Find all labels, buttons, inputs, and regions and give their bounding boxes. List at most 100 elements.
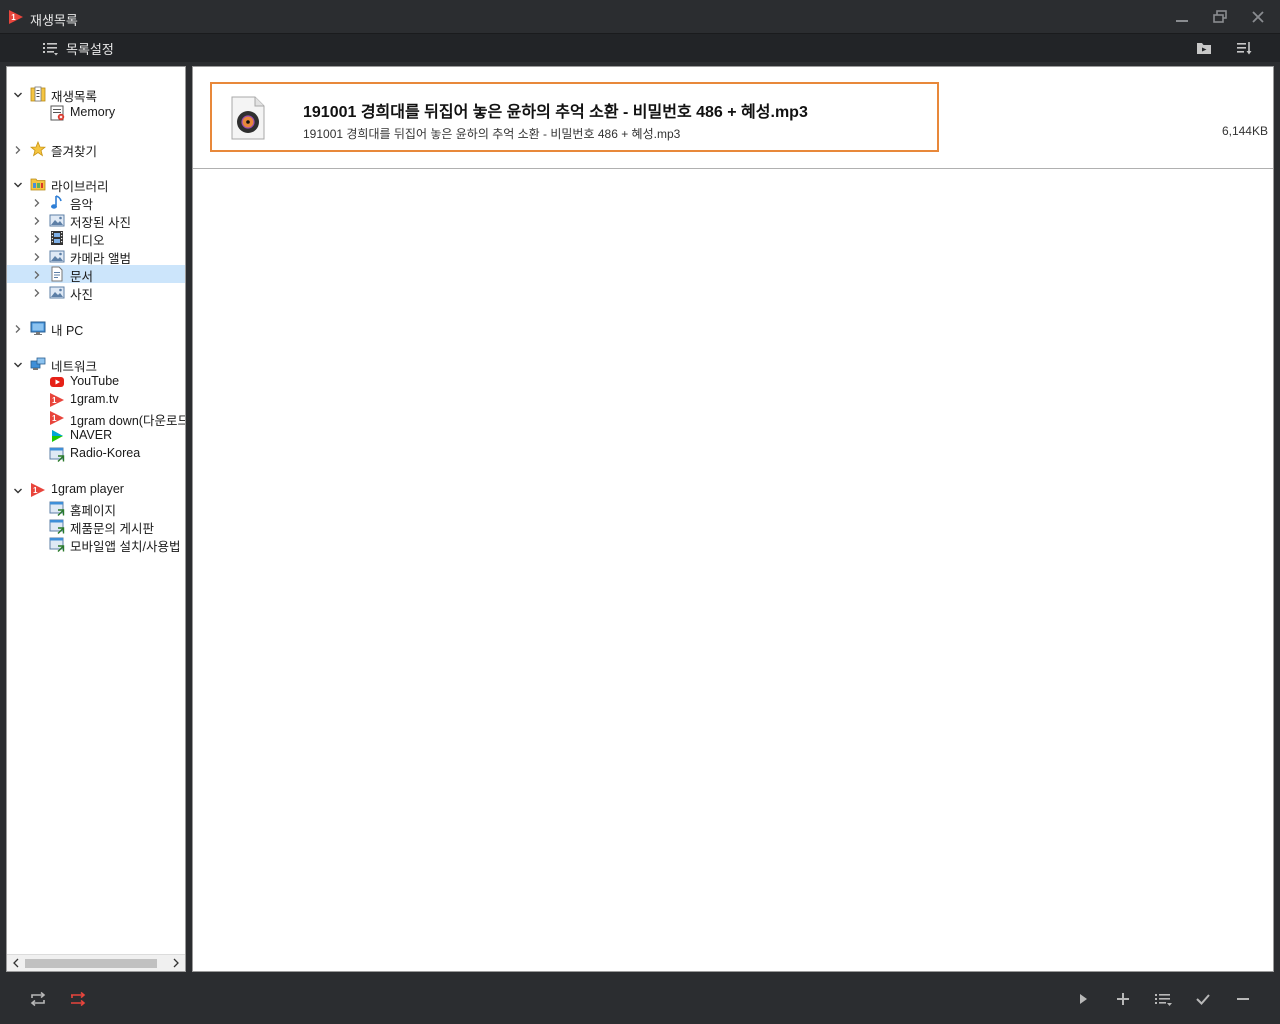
chevron-down-icon[interactable] [13, 485, 23, 495]
film-icon [49, 230, 65, 246]
folder-tree: 재생목록 Memory 즐겨찾기라이브러리 음악 저장된 사진 비디오 카메라 앨범 문서 사진… [7, 67, 185, 955]
picture-icon [49, 212, 65, 228]
tree-node[interactable]: 홈페이지 [7, 499, 185, 518]
tree-node[interactable]: 음악 [7, 193, 185, 212]
chevron-right-icon[interactable] [13, 323, 23, 333]
close-button[interactable] [1249, 8, 1267, 26]
web-link-icon [49, 446, 65, 462]
monitor-icon [30, 320, 46, 336]
library-folder-icon [30, 176, 46, 192]
svg-text:1: 1 [33, 486, 38, 495]
tree-node-label: 즐겨찾기 [51, 145, 98, 159]
svg-text:1: 1 [52, 396, 57, 405]
tree-node-label: 모바일앱 설치/사용법 [70, 540, 181, 554]
tree-node[interactable]: 즐겨찾기 [7, 140, 185, 159]
chevron-right-icon[interactable] [32, 233, 42, 243]
web-link-icon [49, 536, 65, 552]
minus-icon [1237, 998, 1249, 1000]
naver-play-icon [49, 428, 65, 444]
window-title: 재생목록 [30, 13, 78, 28]
horizontal-scrollbar[interactable] [7, 954, 185, 971]
tree-node[interactable]: 1 1gram down(다운로드 [7, 409, 185, 428]
tree-node[interactable]: 네트워크 [7, 355, 185, 374]
tree-node[interactable]: 모바일앱 설치/사용법 [7, 535, 185, 554]
playlist-folder-icon [30, 86, 46, 102]
tree-node[interactable]: YouTube [7, 373, 185, 391]
memory-list-icon [49, 105, 65, 121]
tree-node[interactable]: 라이브러리 [7, 175, 185, 194]
chevron-down-icon[interactable] [13, 359, 23, 369]
play-button[interactable] [1073, 989, 1093, 1009]
picture-icon [49, 248, 65, 264]
chevron-down-icon[interactable] [13, 179, 23, 189]
youtube-icon [49, 374, 65, 390]
tree-node-label: 1gram player [51, 482, 124, 496]
chevron-right-icon[interactable] [32, 251, 42, 261]
add-to-list-button[interactable] [1153, 989, 1173, 1009]
tree-node[interactable]: 사진 [7, 283, 185, 302]
title-bar: 1 재생목록 [0, 0, 1280, 34]
tree-node[interactable]: 1 1gram.tv [7, 391, 185, 409]
audio-file-icon [231, 96, 265, 140]
remove-button[interactable] [1233, 989, 1253, 1009]
shuffle-button[interactable] [68, 989, 88, 1009]
file-title: 191001 경희대를 뒤집어 놓은 윤하의 추억 소환 - 비밀번호 486 … [303, 104, 808, 121]
select-button[interactable] [1193, 989, 1213, 1009]
restore-button[interactable] [1211, 8, 1229, 26]
picture-icon [49, 284, 65, 300]
chevron-right-icon[interactable] [32, 287, 42, 297]
tree-node[interactable]: 내 PC [7, 319, 185, 338]
chevron-right-icon[interactable] [32, 197, 42, 207]
document-icon [49, 266, 65, 282]
web-link-icon [49, 518, 65, 534]
tree-node-label: YouTube [70, 374, 120, 388]
chevron-down-icon[interactable] [13, 89, 23, 99]
app-logo-icon: 1 [9, 10, 23, 24]
scroll-right-icon[interactable] [171, 958, 181, 968]
chevron-right-icon[interactable] [13, 144, 23, 154]
toolbar: 목록설정 [0, 34, 1280, 62]
tree-node[interactable]: 1 1gram player [7, 481, 185, 499]
svg-text:1: 1 [52, 414, 57, 423]
file-name: 191001 경희대를 뒤집어 놓은 윤하의 추억 소환 - 비밀번호 486 … [303, 127, 681, 141]
list-settings-label: 목록설정 [66, 41, 114, 57]
1gram-icon: 1 [49, 392, 65, 408]
minimize-button[interactable] [1173, 8, 1191, 26]
tree-node[interactable]: Memory [7, 104, 185, 122]
chevron-right-icon[interactable] [32, 269, 42, 279]
chevron-right-icon[interactable] [32, 215, 42, 225]
tree-node[interactable]: 문서 [7, 265, 185, 284]
tree-node[interactable]: 카메라 앨범 [7, 247, 185, 266]
scroll-left-icon[interactable] [11, 958, 21, 968]
play-icon [1080, 994, 1087, 1004]
file-size: 6,144KB [1221, 124, 1268, 138]
scrollbar-thumb[interactable] [25, 959, 157, 968]
tree-node[interactable]: 저장된 사진 [7, 211, 185, 230]
tree-node[interactable]: 제품문의 게시판 [7, 517, 185, 536]
open-folder-icon[interactable] [1196, 40, 1212, 56]
sidebar: 재생목록 Memory 즐겨찾기라이브러리 음악 저장된 사진 비디오 카메라 앨범 문서 사진… [6, 66, 186, 972]
list-settings-menu[interactable]: 목록설정 [42, 39, 114, 57]
add-button[interactable] [1113, 989, 1133, 1009]
tree-node[interactable]: 비디오 [7, 229, 185, 248]
tree-node-label: Memory [70, 105, 116, 119]
star-icon [29, 140, 47, 157]
tree-node[interactable]: NAVER [7, 427, 185, 445]
web-link-icon [49, 500, 65, 516]
sort-icon[interactable] [1236, 40, 1252, 56]
file-card[interactable]: 191001 경희대를 뒤집어 놓은 윤하의 추억 소환 - 비밀번호 486 … [210, 82, 939, 152]
tree-node-label: 1gram.tv [70, 392, 119, 406]
tree-node-label: NAVER [70, 428, 113, 442]
close-icon [1252, 11, 1264, 23]
plus-icon [1117, 993, 1129, 1005]
1gram-icon: 1 [30, 482, 46, 498]
svg-text:1: 1 [11, 13, 16, 22]
file-row[interactable]: 191001 경희대를 뒤집어 놓은 윤하의 추억 소환 - 비밀번호 486 … [193, 67, 1273, 169]
music-note-icon [49, 194, 65, 210]
tree-node[interactable]: 재생목록 [7, 85, 185, 104]
repeat-button[interactable] [28, 989, 48, 1009]
restore-icon [1213, 10, 1227, 23]
tree-node[interactable]: Radio-Korea [7, 445, 185, 463]
file-list: 191001 경희대를 뒤집어 놓은 윤하의 추억 소환 - 비밀번호 486 … [192, 66, 1274, 972]
shuffle-icon [71, 991, 86, 1007]
